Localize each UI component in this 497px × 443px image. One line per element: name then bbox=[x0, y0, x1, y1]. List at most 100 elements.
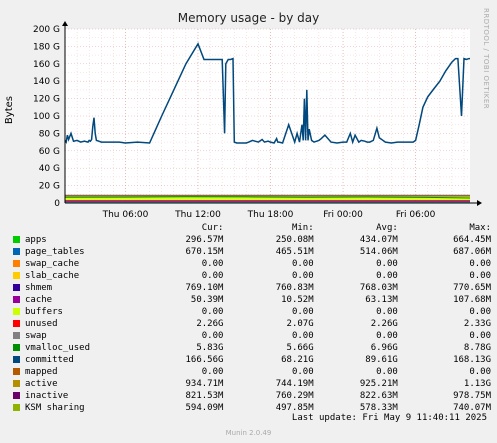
legend-label: cache bbox=[25, 295, 53, 305]
legend-min-value: 0.00 bbox=[291, 367, 314, 377]
legend-avg-value: 768.03M bbox=[359, 283, 398, 293]
legend-swatch bbox=[13, 236, 20, 243]
legend-row-page-tables: page_tables 670.15M 465.51M 514.06M 687.06M bbox=[13, 246, 491, 258]
legend-cur-value: 296.57M bbox=[185, 235, 224, 245]
legend-cur-value: 769.10M bbox=[185, 283, 224, 293]
y-tick-label: 80 G bbox=[39, 129, 60, 139]
legend-cur-value: 0.00 bbox=[201, 271, 224, 281]
legend-label: slab_cache bbox=[25, 271, 80, 281]
y-tick-label: 0 bbox=[54, 199, 60, 209]
legend-max-value: 107.68M bbox=[453, 295, 491, 305]
legend-cur-value: 50.39M bbox=[190, 295, 224, 305]
legend-min-value: 760.29M bbox=[275, 391, 314, 401]
legend-avg-value: 0.00 bbox=[376, 259, 398, 269]
legend-cur-value: 594.09M bbox=[185, 403, 224, 413]
memory-chart: 0 20 G 40 G 60 G 80 G 100 G 120 G 140 G 160 G 180… bbox=[33, 21, 482, 220]
legend-cur-value: 0.00 bbox=[201, 259, 224, 269]
legend-avg-value: 6.96G bbox=[370, 343, 398, 353]
legend-cur-value: 821.53M bbox=[185, 391, 224, 401]
legend-max-value: 0.00 bbox=[469, 307, 491, 317]
y-tick-label: 180 G bbox=[33, 42, 60, 52]
legend-cur-value: 5.83G bbox=[196, 343, 224, 353]
y-tick-label: 40 G bbox=[39, 164, 60, 174]
legend-row-vmalloc-used: vmalloc_used 5.83G 5.66G 6.96G 8.78G bbox=[13, 342, 491, 354]
x-tick-label: Thu 18:00 bbox=[247, 210, 294, 220]
legend-swatch bbox=[13, 320, 20, 327]
legend-avg-value: 0.00 bbox=[376, 271, 398, 281]
legend-header-row: Cur: Min: Avg: Max: bbox=[13, 222, 491, 234]
legend-avg-value: 925.21M bbox=[359, 379, 398, 389]
legend-label: unused bbox=[25, 319, 58, 329]
legend-swatch bbox=[13, 380, 20, 387]
legend-row-mapped: mapped 0.00 0.00 0.00 0.00 bbox=[13, 366, 491, 378]
legend-swatch bbox=[13, 272, 20, 279]
legend-avg-value: 0.00 bbox=[376, 331, 398, 341]
legend-label: swap_cache bbox=[25, 259, 80, 269]
legend-max-value: 168.13G bbox=[453, 355, 491, 365]
legend-swatch bbox=[13, 356, 20, 363]
legend-label: vmalloc_used bbox=[25, 343, 91, 353]
legend-header-cur: Cur: bbox=[201, 223, 224, 233]
legend-row-swap: swap 0.00 0.00 0.00 0.00 bbox=[13, 330, 491, 342]
y-axis-arrow bbox=[62, 21, 68, 26]
legend-swatch bbox=[13, 308, 20, 315]
legend-label: page_tables bbox=[25, 247, 85, 257]
legend-cur-value: 670.15M bbox=[185, 247, 224, 257]
y-tick-label: 60 G bbox=[39, 147, 60, 157]
y-tick-label: 140 G bbox=[33, 77, 60, 87]
legend-min-value: 0.00 bbox=[291, 271, 314, 281]
legend-max-value: 770.65M bbox=[453, 283, 491, 293]
legend-avg-value: 434.07M bbox=[359, 235, 398, 245]
stacked-area-band bbox=[65, 195, 470, 197]
legend-label: active bbox=[25, 379, 58, 389]
y-tick-label: 200 G bbox=[33, 25, 60, 35]
legend-row-shmem: shmem 769.10M 760.83M 768.03M 770.65M bbox=[13, 282, 491, 294]
legend-swatch bbox=[13, 248, 20, 255]
legend-avg-value: 63.13M bbox=[365, 295, 398, 305]
legend-header-min: Min: bbox=[291, 223, 314, 233]
legend-cur-value: 166.56G bbox=[185, 355, 224, 365]
legend-avg-value: 0.00 bbox=[376, 367, 398, 377]
legend-max-value: 0.00 bbox=[469, 331, 491, 341]
y-tick-label: 160 G bbox=[33, 60, 60, 70]
legend-row-cache: cache 50.39M 10.52M 63.13M 107.68M bbox=[13, 294, 491, 306]
x-axis-arrow bbox=[477, 200, 482, 206]
legend-swatch bbox=[13, 260, 20, 267]
legend-row-slab-cache: slab_cache 0.00 0.00 0.00 0.00 bbox=[13, 270, 491, 282]
legend-avg-value: 514.06M bbox=[359, 247, 398, 257]
legend-swatch bbox=[13, 344, 20, 351]
legend-min-value: 0.00 bbox=[291, 307, 314, 317]
stacked-area-band bbox=[65, 199, 470, 201]
legend-max-value: 2.33G bbox=[463, 319, 491, 329]
legend-row-swap-cache: swap_cache 0.00 0.00 0.00 0.00 bbox=[13, 258, 491, 270]
legend-min-value: 760.83M bbox=[275, 283, 314, 293]
legend-max-value: 8.78G bbox=[463, 343, 491, 353]
legend-min-value: 10.52M bbox=[281, 295, 314, 305]
legend-max-value: 0.00 bbox=[469, 367, 491, 377]
last-update-text: Last update: Fri May 9 11:40:11 2025 bbox=[291, 413, 487, 423]
y-tick-label: 100 G bbox=[33, 112, 60, 122]
legend-label: swap bbox=[25, 331, 47, 341]
legend-header-avg: Avg: bbox=[376, 223, 398, 233]
stacked-area-band bbox=[65, 194, 470, 196]
legend-label: committed bbox=[25, 355, 74, 365]
stacked-area-band bbox=[65, 200, 470, 202]
legend-label: apps bbox=[25, 235, 47, 245]
legend-swatch bbox=[13, 368, 20, 375]
legend-min-value: 2.07G bbox=[286, 319, 314, 329]
legend-cur-value: 0.00 bbox=[201, 367, 224, 377]
legend-max-value: 0.00 bbox=[469, 259, 491, 269]
legend-cur-value: 0.00 bbox=[201, 307, 224, 317]
x-tick-label: Thu 06:00 bbox=[102, 210, 149, 220]
legend-min-value: 465.51M bbox=[275, 247, 314, 257]
legend-max-value: 687.06M bbox=[453, 247, 491, 257]
legend-avg-value: 822.63M bbox=[359, 391, 398, 401]
legend-avg-value: 89.61G bbox=[365, 355, 398, 365]
legend-min-value: 5.66G bbox=[286, 343, 314, 353]
legend-row-active: active 934.71M 744.19M 925.21M 1.13G bbox=[13, 378, 491, 390]
x-tick-label: Fri 06:00 bbox=[396, 210, 436, 220]
legend-label: inactive bbox=[25, 391, 69, 401]
legend-swatch bbox=[13, 332, 20, 339]
legend-table: Cur: Min: Avg: Max: apps 296.57M 250.08M 43… bbox=[13, 222, 491, 414]
legend-swatch bbox=[13, 284, 20, 291]
